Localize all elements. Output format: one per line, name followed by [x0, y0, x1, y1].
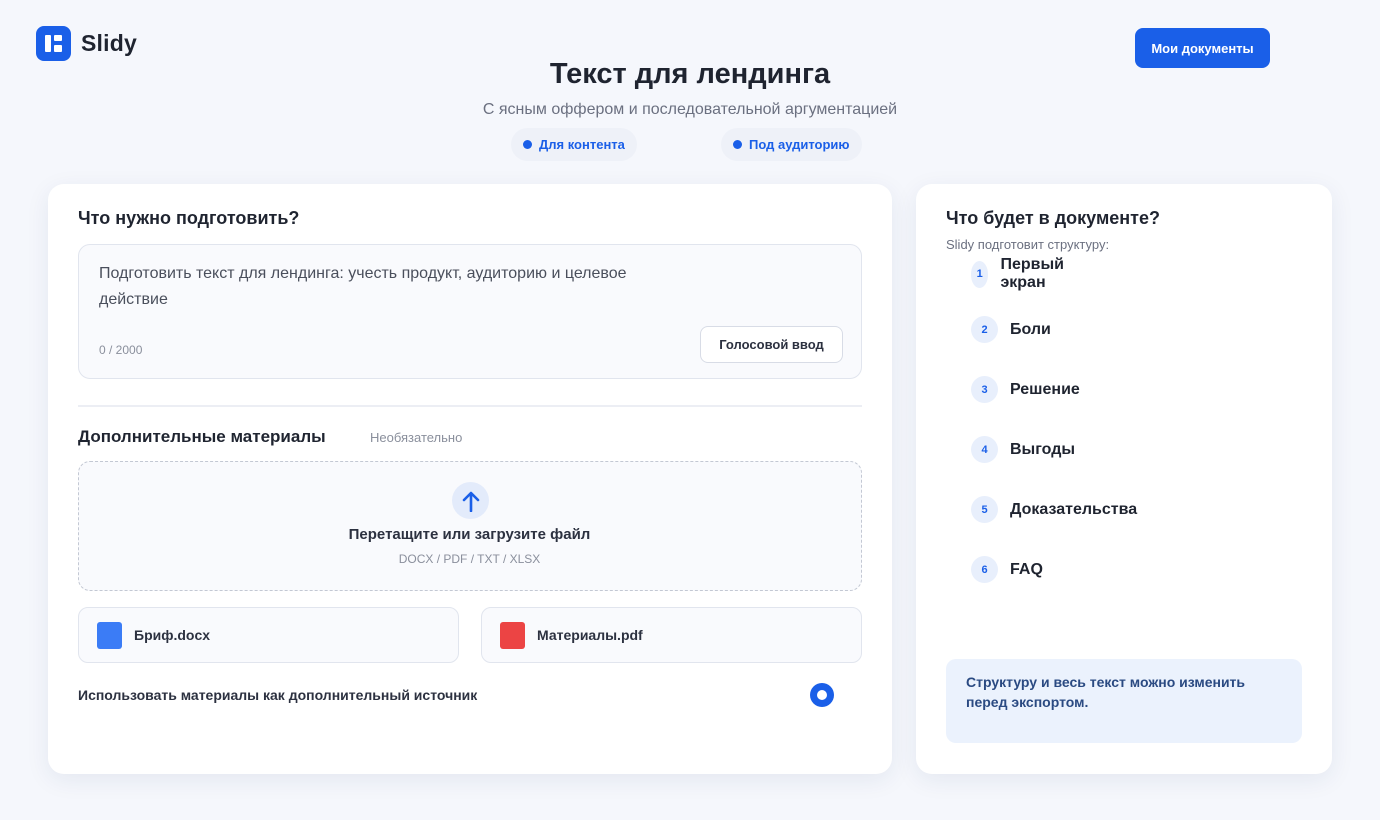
chip-label: Под аудиторию [749, 137, 850, 152]
file-item[interactable]: Материалы.pdf [481, 607, 862, 663]
step-number: 2 [971, 316, 998, 343]
edit-note: Структуру и весь текст можно изменить пе… [946, 659, 1302, 743]
step-number: 5 [971, 496, 998, 523]
file-dropzone[interactable]: Перетащите или загрузите файл DOCX / PDF… [78, 461, 862, 591]
logo-icon [36, 26, 71, 61]
pdf-file-icon [500, 621, 525, 649]
step-number: 6 [971, 556, 998, 583]
task-textarea[interactable]: Подготовить текст для лендинга: учесть п… [78, 244, 862, 379]
step-number: 1 [971, 260, 989, 288]
materials-heading: Дополнительные материалы [78, 427, 326, 446]
task-text[interactable]: Подготовить текст для лендинга: учесть п… [99, 261, 659, 313]
outline-step: 2 Боли [971, 316, 1051, 343]
app-name: Slidy [81, 30, 137, 56]
chip-label: Для контента [539, 137, 625, 152]
use-as-source-radio[interactable] [810, 683, 834, 707]
page-title: Текст для лендинга [549, 58, 831, 90]
divider [78, 405, 862, 407]
outline-step: 6 FAQ [971, 556, 1043, 583]
outline-subtitle: Slidy подготовит структуру: [946, 237, 1110, 252]
file-item[interactable]: Бриф.docx [78, 607, 459, 663]
file-name: Бриф.docx [134, 627, 211, 643]
chip-audience: Под аудиторию [721, 128, 862, 161]
dropzone-title: Перетащите или загрузите файл [348, 526, 591, 543]
upload-arrow-icon [452, 482, 489, 519]
step-label: Доказательства [1010, 500, 1138, 518]
step-label: Решение [1010, 380, 1080, 398]
outline-heading: Что будет в документе? [946, 208, 1160, 228]
voice-input-button[interactable]: Голосовой ввод [700, 326, 843, 363]
step-number: 4 [971, 436, 998, 463]
task-card: Что нужно подготовить? Подготовить текст… [48, 184, 892, 774]
chip-content: Для контента [511, 128, 637, 161]
dot-icon [523, 140, 532, 149]
step-label: Выгоды [1010, 440, 1076, 458]
step-label: FAQ [1010, 560, 1043, 578]
optional-label: Необязательно [370, 430, 463, 445]
file-name: Материалы.pdf [537, 627, 643, 643]
outline-step: 4 Выгоды [971, 436, 1075, 463]
logo[interactable]: Slidy [36, 26, 137, 61]
outline-step: 5 Доказательства [971, 496, 1137, 523]
step-label: Боли [1010, 320, 1051, 338]
dropzone-formats: DOCX / PDF / TXT / XLSX [398, 552, 541, 566]
use-as-source-label: Использовать материалы как дополнительны… [78, 687, 478, 703]
step-number: 3 [971, 376, 998, 403]
char-counter: 0 / 2000 [99, 343, 143, 357]
outline-card: Что будет в документе? Slidy подготовит … [916, 184, 1332, 774]
task-heading: Что нужно подготовить? [78, 208, 300, 228]
page-subtitle: С ясным оффером и последовательной аргум… [482, 101, 898, 118]
outline-step: 1 Первый экран [971, 256, 1074, 292]
dot-icon [733, 140, 742, 149]
step-label: Первый экран [1000, 256, 1064, 291]
docx-file-icon [97, 621, 122, 649]
outline-step: 3 Решение [971, 376, 1080, 403]
